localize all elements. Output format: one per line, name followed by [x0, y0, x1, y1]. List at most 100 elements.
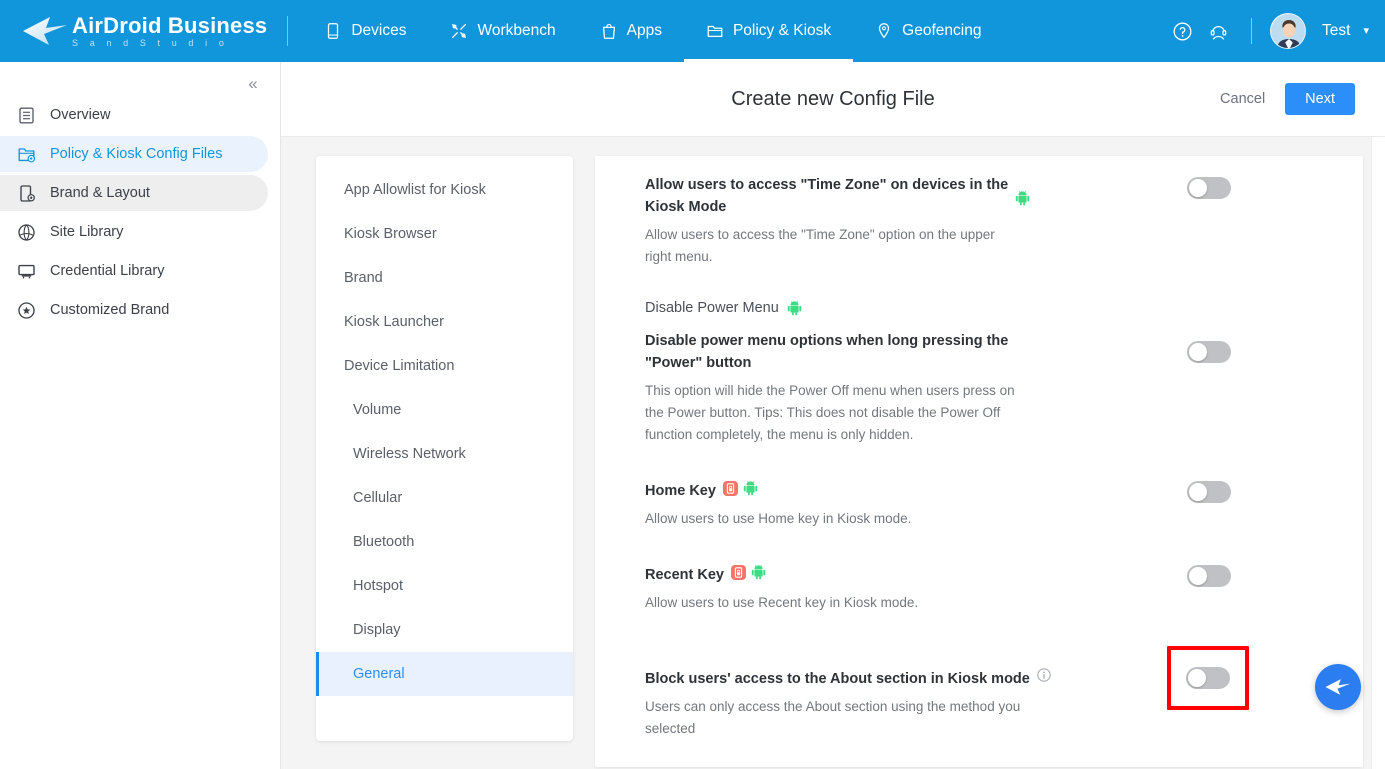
setting-row-time-zone: Allow users to access "Time Zone" on dev… — [623, 156, 1335, 278]
setting-title-row: Home Key — [645, 480, 1015, 502]
nav-item-workbench[interactable]: Workbench — [428, 0, 577, 62]
nav-item-devices[interactable]: Devices — [302, 0, 428, 62]
setting-description: This option will hide the Power Off menu… — [645, 383, 1015, 442]
sidebar-item-overview[interactable]: Overview — [0, 97, 268, 133]
header-divider — [287, 16, 289, 46]
setting-toggle-cell — [1105, 174, 1335, 199]
sidebar-item-brand-layout[interactable]: Brand & Layout — [0, 175, 268, 211]
setting-row-disable-power-menu: Disable Power Menu Disable power menu op… — [623, 278, 1335, 456]
sidebar-list: Overview Policy & Kiosk Config Files Bra… — [0, 62, 280, 328]
folder-gear-icon — [16, 144, 36, 164]
sidebar: « Overview Policy & Kiosk Config Files B… — [0, 62, 281, 769]
nav-label-geofencing: Geofencing — [902, 22, 982, 39]
subnav-item-bluetooth[interactable]: Bluetooth — [316, 520, 573, 564]
nav-item-policy-kiosk[interactable]: Policy & Kiosk — [683, 0, 854, 62]
next-button[interactable]: Next — [1285, 83, 1355, 115]
setting-title-row: Allow users to access "Time Zone" on dev… — [645, 174, 1015, 218]
setting-row-home-key: Home Key Allow users to use Home key in … — [623, 456, 1335, 540]
toggle-time-zone[interactable] — [1187, 177, 1231, 199]
settings-panel: Allow users to access "Time Zone" on dev… — [595, 156, 1363, 767]
setting-badges — [1015, 174, 1105, 211]
subnav-item-hotspot[interactable]: Hotspot — [316, 564, 573, 608]
chevron-down-icon[interactable]: ▾ — [1363, 25, 1369, 37]
subnav-item-brand[interactable]: Brand — [316, 256, 573, 300]
setting-title-row: Block users' access to the About section… — [645, 668, 1063, 690]
document-icon — [16, 105, 36, 125]
page-header-actions: Cancel Next — [1218, 83, 1385, 115]
subnav-item-device-limitation[interactable]: Device Limitation — [316, 344, 573, 388]
sidebar-item-label: Site Library — [50, 224, 124, 240]
support-chat-fab[interactable] — [1315, 664, 1361, 710]
android-robot-icon — [1015, 191, 1030, 206]
subnav-item-cellular[interactable]: Cellular — [316, 476, 573, 520]
setting-title: Recent Key — [645, 567, 724, 583]
brand-name: AirDroid Business — [72, 12, 268, 38]
sidebar-collapse-icon[interactable]: « — [240, 70, 266, 96]
android-robot-icon — [743, 481, 758, 496]
sidebar-item-customized-brand[interactable]: Customized Brand — [0, 292, 268, 328]
globe-icon — [16, 222, 36, 242]
setting-toggle-cell — [1105, 646, 1335, 710]
sidebar-item-label: Overview — [50, 107, 111, 123]
setting-description: Allow users to use Home key in Kiosk mod… — [645, 511, 912, 526]
config-sections-nav: App Allowlist for Kiosk Kiosk Browser Br… — [316, 156, 573, 741]
setting-badges — [722, 480, 758, 496]
brand-logo[interactable]: AirDroid Business S a n d S t u d i o — [0, 0, 285, 62]
subnav-item-display[interactable]: Display — [316, 608, 573, 652]
toggle-recent-key[interactable] — [1187, 565, 1231, 587]
setting-toggle-cell — [1105, 480, 1335, 503]
nav-label-policy-kiosk: Policy & Kiosk — [732, 22, 832, 39]
avatar[interactable] — [1270, 13, 1307, 49]
subnav-item-kiosk-launcher[interactable]: Kiosk Launcher — [316, 300, 573, 344]
android-robot-icon — [787, 301, 801, 316]
apps-bag-icon — [602, 23, 615, 39]
airdroid-arrow-icon — [1325, 679, 1351, 695]
setting-title: Allow users to access "Time Zone" on dev… — [645, 177, 1009, 215]
nav-item-apps[interactable]: Apps — [578, 0, 684, 62]
nav-label-apps: Apps — [626, 22, 662, 39]
sidebar-item-label: Policy & Kiosk Config Files — [50, 146, 223, 162]
vertical-scrollbar[interactable] — [1371, 137, 1385, 769]
setting-description: Allow users to use Recent key in Kiosk m… — [645, 595, 919, 610]
user-name[interactable]: Test — [1322, 22, 1350, 40]
page-header: Create new Config File Cancel Next — [281, 62, 1385, 137]
info-circle-icon[interactable] — [1037, 668, 1051, 682]
setting-title: Home Key — [645, 483, 716, 499]
sidebar-item-site-library[interactable]: Site Library — [0, 214, 268, 250]
nav-item-geofencing[interactable]: Geofencing — [853, 0, 1003, 62]
setting-row-recent-key: Recent Key Allow users to use Recent key… — [623, 540, 1335, 624]
setting-title-row: Disable power menu options when long pre… — [645, 330, 1015, 374]
header-right-actions: Test ▾ — [1167, 0, 1385, 62]
setting-row-block-about-section: Block users' access to the About section… — [623, 624, 1335, 750]
nav-label-workbench: Workbench — [477, 22, 556, 39]
subnav-item-volume[interactable]: Volume — [316, 388, 573, 432]
setting-description: Users can only access the About section … — [645, 699, 1021, 736]
cancel-button[interactable]: Cancel — [1218, 87, 1267, 111]
airdroid-arrow-icon — [23, 17, 67, 45]
toggle-disable-power-menu[interactable] — [1187, 341, 1231, 363]
subnav-item-wireless-network[interactable]: Wireless Network — [316, 432, 573, 476]
help-circle-icon[interactable] — [1167, 16, 1197, 46]
subnav-item-app-allowlist-for-kiosk[interactable]: App Allowlist for Kiosk — [316, 168, 573, 212]
star-circle-icon — [16, 300, 36, 320]
setting-badges — [1037, 668, 1051, 682]
location-pin-icon — [879, 23, 890, 39]
headset-support-icon[interactable] — [1203, 16, 1233, 46]
content-area: App Allowlist for Kiosk Kiosk Browser Br… — [281, 137, 1385, 769]
highlight-annotation-box — [1167, 646, 1249, 710]
toggle-home-key[interactable] — [1187, 481, 1231, 503]
setting-toggle-cell — [1105, 564, 1335, 587]
setting-group-label-row: Disable Power Menu — [645, 300, 1015, 316]
subnav-item-general[interactable]: General — [316, 652, 573, 696]
android-robot-icon — [751, 565, 766, 580]
sidebar-item-policy-kiosk-config-files[interactable]: Policy & Kiosk Config Files — [0, 136, 268, 172]
sidebar-item-credential-library[interactable]: Credential Library — [0, 253, 268, 289]
setting-title: Disable power menu options when long pre… — [645, 333, 1009, 371]
toggle-block-about-section[interactable] — [1186, 667, 1230, 689]
setting-badges — [730, 564, 766, 580]
subnav-item-kiosk-browser[interactable]: Kiosk Browser — [316, 212, 573, 256]
brand-subtitle: S a n d S t u d i o — [72, 37, 229, 48]
top-header: AirDroid Business S a n d S t u d i o De… — [0, 0, 1385, 62]
device-gear-icon — [16, 183, 36, 203]
setting-body: Allow users to access "Time Zone" on dev… — [623, 174, 1015, 268]
